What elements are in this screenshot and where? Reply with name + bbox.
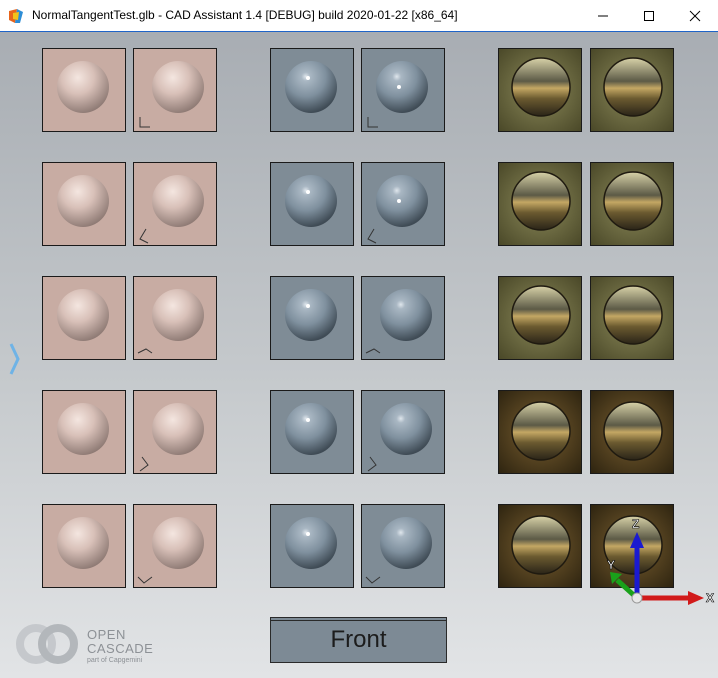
gray-sphere-tile [270,504,354,588]
pink-sphere-tile [42,276,126,360]
gray-sphere-tile [270,390,354,474]
minimize-icon [598,15,608,16]
app-icon [9,9,23,23]
front-view-button[interactable]: Front [270,617,447,663]
env-sphere-tile [498,504,582,588]
axis-triad[interactable]: Z Y X [600,510,718,620]
logo-text-line2: CASCADE [87,641,154,656]
logo-text-line1: OPEN [87,627,126,642]
3d-viewport[interactable]: Z Y X Front OPEN CASCADE part of Capgemi… [0,32,718,678]
env-sphere-tile [590,276,674,360]
axis-x-label: X [706,591,714,605]
gray-sphere-tile [361,162,445,246]
gray-sphere-tile [361,276,445,360]
open-cascade-logo-mark [16,624,78,664]
gray-sphere-tile [361,390,445,474]
pink-sphere-tile [133,48,217,132]
maximize-icon [644,10,654,21]
pink-sphere-tile [133,162,217,246]
env-sphere-tile [590,390,674,474]
env-sphere-tile [590,48,674,132]
gray-sphere-tile [270,48,354,132]
close-button[interactable] [672,0,718,31]
pink-sphere-tile [42,162,126,246]
axis-z-label: Z [632,517,639,531]
pink-sphere-tile [42,390,126,474]
env-sphere-tile [498,48,582,132]
pink-sphere-tile [133,504,217,588]
minimize-button[interactable] [580,0,626,31]
close-icon [689,10,701,21]
axis-y-label: Y [607,558,615,572]
window-title: NormalTangentTest.glb - CAD Assistant 1.… [32,8,458,22]
pink-sphere-tile [133,390,217,474]
env-sphere-tile [590,162,674,246]
gray-sphere-tile [361,504,445,588]
env-sphere-tile [498,162,582,246]
gray-sphere-tile [270,162,354,246]
gray-sphere-tile [270,276,354,360]
title-bar[interactable]: NormalTangentTest.glb - CAD Assistant 1.… [0,0,718,32]
maximize-button[interactable] [626,0,672,31]
pink-sphere-tile [42,504,126,588]
side-panel-expand-icon[interactable] [9,342,21,376]
open-cascade-logo: OPEN CASCADE part of Capgemini [14,622,174,666]
pink-sphere-tile [42,48,126,132]
front-view-label: Front [330,626,387,653]
gray-sphere-tile [361,48,445,132]
env-sphere-tile [498,390,582,474]
env-sphere-tile [498,276,582,360]
pink-sphere-tile [133,276,217,360]
logo-text-line3: part of Capgemini [87,657,143,664]
